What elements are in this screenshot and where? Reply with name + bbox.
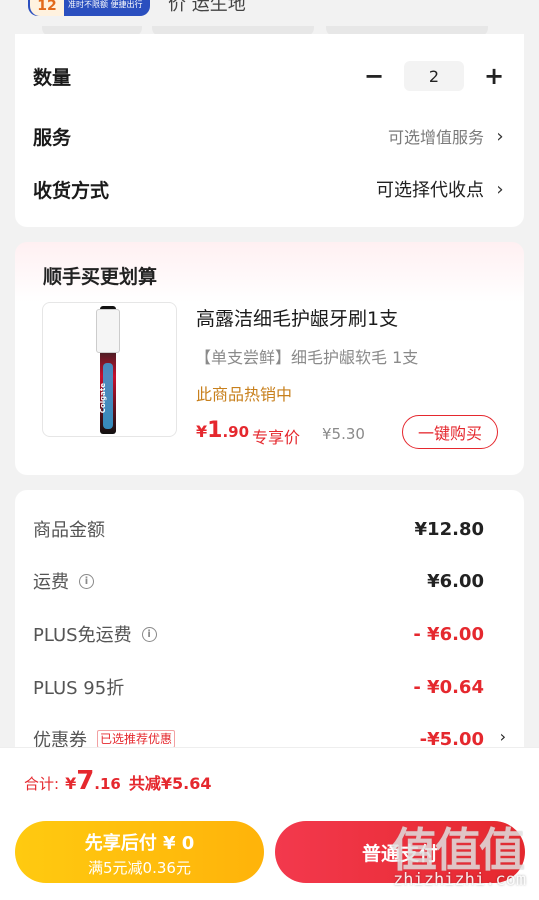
amount-label: PLUS免运费: [33, 625, 132, 646]
hot-sale-label: 此商品热销中: [196, 385, 293, 404]
recommendation-card: 顺手买更划算 Colgate 高露洁细毛护龈牙刷1支 【单支尝鲜】细毛护龈软毛 …: [15, 242, 524, 475]
exclusive-price: ¥ 1 .90: [196, 418, 249, 443]
amount-value: - ¥6.00: [413, 623, 484, 645]
amount-breakdown-card: 商品金额 ¥12.80 运费 i ¥6.00 PLUS免运费 i - ¥6.00…: [15, 490, 524, 760]
subtotal-row: 商品金额 ¥12.80: [33, 514, 484, 544]
normal-pay-button[interactable]: 普通支付: [275, 821, 525, 883]
quantity-plus-button[interactable]: +: [482, 62, 506, 90]
shipping-row: 运费 i ¥6.00: [33, 566, 484, 596]
coupon-tag: 已选推荐优惠: [97, 730, 176, 748]
amount-label: 运费: [33, 572, 69, 593]
service-label: 服务: [33, 126, 72, 149]
amount-label-wrap: PLUS免运费 i: [33, 621, 157, 647]
chevron-right-icon: ›: [496, 125, 504, 147]
pay-later-title: 先享后付 ¥ 0: [84, 833, 195, 854]
amount-value: ¥6.00: [427, 570, 484, 592]
chevron-right-icon: ›: [499, 727, 506, 746]
price-integer: 1: [207, 418, 223, 443]
order-options-card: 数量 − 2 + 服务 可选增值服务 › 收货方式 可选择代收点 ›: [15, 34, 524, 227]
total-label: 合计:: [24, 775, 60, 793]
product-name[interactable]: 高露洁细毛护龈牙刷1支: [196, 304, 398, 331]
amount-value: - ¥0.64: [413, 676, 484, 698]
option-sliver[interactable]: [326, 26, 488, 34]
recommendation-title: 顺手买更划算: [43, 266, 158, 288]
info-icon[interactable]: i: [79, 573, 94, 589]
original-price: ¥5.30: [322, 425, 365, 443]
delivery-row[interactable]: 收货方式 可选择代收点 ›: [33, 169, 506, 209]
order-summary-bar: 合计: ¥ 7 .16 共减¥5.64: [0, 747, 539, 813]
option-sliver[interactable]: [152, 26, 314, 34]
quantity-stepper: − 2 +: [362, 61, 506, 91]
toothbrush-head: [96, 309, 120, 353]
pay-later-subtitle: 满5元减0.36元: [88, 859, 191, 877]
top-option-row: [16, 26, 524, 34]
quantity-input[interactable]: 2: [404, 61, 464, 91]
total-integer: 7: [76, 766, 95, 796]
delivery-label: 收货方式: [33, 179, 110, 202]
order-total: 合计: ¥ 7 .16 共减¥5.64: [24, 766, 212, 796]
quantity-row: 数量 − 2 +: [33, 56, 506, 96]
info-icon[interactable]: i: [141, 626, 157, 642]
plus-free-shipping-row: PLUS免运费 i - ¥6.00: [33, 619, 484, 649]
amount-value: ¥12.80: [414, 518, 484, 540]
plus-discount-row: PLUS 95折 - ¥0.64: [33, 672, 484, 702]
payment-action-bar: 先享后付 ¥ 0 满5元减0.36元 普通支付: [0, 813, 539, 900]
amount-label-wrap: 运费 i: [33, 568, 94, 594]
brand-logo: Colgate: [99, 383, 107, 414]
quantity-label: 数量: [33, 66, 72, 89]
top-cut-text: 价 运生地: [168, 0, 246, 15]
promo-number: 12: [30, 0, 64, 16]
quantity-minus-button[interactable]: −: [362, 62, 386, 90]
total-decimal: .16: [94, 775, 121, 793]
amount-label: PLUS 95折: [33, 678, 125, 699]
service-value: 可选增值服务: [387, 128, 484, 147]
top-strip: 准时不限额 便捷出行 12 价 运生地: [0, 0, 539, 34]
product-spec: 【单支尝鲜】细毛护龈软毛 1支: [195, 348, 419, 367]
total-currency: ¥: [65, 774, 77, 793]
service-row[interactable]: 服务 可选增值服务 ›: [33, 116, 506, 156]
price-tag: 专享价: [252, 428, 301, 447]
one-click-buy-button[interactable]: 一键购买: [402, 415, 498, 449]
product-thumbnail[interactable]: Colgate: [42, 302, 177, 437]
option-sliver[interactable]: [42, 26, 142, 34]
pay-later-button[interactable]: 先享后付 ¥ 0 满5元减0.36元: [15, 821, 264, 883]
chevron-right-icon: ›: [496, 178, 504, 200]
delivery-value: 可选择代收点: [376, 180, 484, 201]
amount-label: 商品金额: [33, 520, 105, 541]
price-currency: ¥: [196, 422, 208, 441]
total-savings: 共减¥5.64: [128, 774, 212, 793]
price-decimal: .90: [222, 423, 250, 441]
